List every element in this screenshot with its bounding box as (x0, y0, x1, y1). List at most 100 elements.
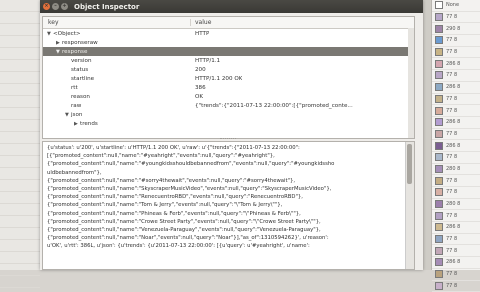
tree-key-label: json (71, 112, 82, 118)
raw-text-line: {"promoted_content":null,"name":"Noar","… (47, 234, 399, 242)
color-swatch (435, 200, 443, 208)
palette-item[interactable]: 77 8 (432, 234, 480, 246)
color-swatch (435, 118, 443, 126)
palette-item[interactable]: 290 8 (432, 23, 480, 35)
color-swatch (435, 282, 443, 290)
title-bar[interactable]: × – + Object Inspector (40, 0, 423, 13)
background-row (0, 156, 40, 168)
palette-item[interactable]: 77 8 (432, 210, 480, 222)
raw-text-line: {"promoted_content":null,"name":"#sorry4… (47, 177, 399, 185)
background-row (0, 120, 40, 132)
palette-item[interactable]: 77 8 (432, 70, 480, 82)
raw-text-line: {"promoted_content":null,"name":"Crowe S… (47, 218, 399, 226)
background-row (0, 192, 40, 204)
background-row (0, 252, 40, 264)
palette-item-label: 77 8 (446, 37, 457, 43)
palette-item-label: 290 8 (446, 26, 460, 32)
tree-row[interactable]: ▶trends (43, 119, 414, 128)
palette-item[interactable]: 77 8 (432, 12, 480, 24)
palette-item-label: 286 8 (446, 61, 460, 67)
palette-item[interactable]: 286 8 (432, 257, 480, 269)
palette-item[interactable]: 77 8 (432, 175, 480, 187)
tree-row[interactable]: ▼json (43, 110, 414, 119)
color-swatch (435, 223, 443, 231)
palette-item-label: 77 8 (446, 49, 457, 55)
background-row (0, 240, 40, 252)
text-scrollbar[interactable] (405, 142, 414, 269)
tree-key-label: response (62, 49, 87, 55)
palette-item-label: 77 8 (446, 108, 457, 114)
palette-item[interactable]: 77 8 (432, 245, 480, 257)
palette-item[interactable]: 280 8 (432, 164, 480, 176)
tree-row[interactable]: ▼response (43, 47, 414, 56)
tree-row-value: OK (191, 94, 203, 100)
tree-row[interactable]: rtt386 (43, 83, 414, 92)
palette-item[interactable]: 77 8 (432, 94, 480, 106)
background-row (0, 84, 40, 96)
palette-item[interactable]: 77 8 (432, 152, 480, 164)
tree-row[interactable]: raw{"trends":{"2011-07-13 22:00:00":[{"p… (43, 101, 414, 110)
background-row (0, 216, 40, 228)
color-swatch (435, 48, 443, 56)
color-swatch (435, 1, 443, 9)
tree-key-label: status (71, 67, 88, 73)
column-header-key[interactable]: key (43, 19, 191, 26)
tree-row[interactable]: startlineHTTP/1.1 200 OK (43, 74, 414, 83)
tree-row-key: version (43, 56, 191, 65)
object-inspector-window: × – + Object Inspector key value ▼<Objec… (40, 0, 423, 270)
palette-item[interactable]: 77 8 (432, 105, 480, 117)
close-button[interactable]: × (43, 3, 50, 10)
tree-row[interactable]: reasonOK (43, 92, 414, 101)
palette-item-label: 77 8 (446, 14, 457, 20)
color-swatch (435, 153, 443, 161)
palette-item[interactable]: None (432, 0, 480, 12)
object-tree[interactable]: key value ▼<Object>HTTP▶responseraw▼resp… (42, 16, 415, 139)
background-row (0, 24, 40, 36)
color-swatch (435, 130, 443, 138)
color-swatch (435, 107, 443, 115)
palette-item[interactable]: 77 8 (432, 281, 480, 292)
palette-item[interactable]: 286 8 (432, 58, 480, 70)
color-palette-list[interactable]: None77 8290 877 877 8286 877 8286 877 87… (431, 0, 480, 270)
tree-key-label: version (71, 58, 92, 64)
tree-row[interactable]: status 200 (43, 65, 414, 74)
color-swatch (435, 95, 443, 103)
palette-item[interactable]: 286 8 (432, 117, 480, 129)
maximize-button[interactable]: + (61, 3, 68, 10)
tree-row-value: 200 (191, 67, 206, 73)
raw-text-line: uldbebannedfrom"}, (47, 169, 399, 177)
close-icon: × (44, 4, 48, 9)
palette-item[interactable]: 77 8 (432, 269, 480, 281)
palette-item-label: 280 8 (446, 166, 460, 172)
minimize-button[interactable]: – (52, 3, 59, 10)
palette-item-label: 77 8 (446, 154, 457, 160)
tree-row[interactable]: ▶responseraw (43, 38, 414, 47)
text-scroll-thumb[interactable] (407, 144, 412, 184)
background-row (0, 144, 40, 156)
palette-item-label: 77 8 (446, 189, 457, 195)
tree-row-key: ▶trends (43, 119, 191, 128)
palette-item[interactable]: 77 8 (432, 187, 480, 199)
tree-scrollbar[interactable] (408, 28, 414, 138)
background-row (0, 168, 40, 180)
palette-item[interactable]: 77 8 (432, 129, 480, 141)
background-row (0, 60, 40, 72)
raw-text-content: {u'status': u'200', u'startline': u'HTTP… (47, 144, 399, 251)
palette-item[interactable]: 280 8 (432, 199, 480, 211)
background-row (0, 228, 40, 240)
palette-item[interactable]: 77 8 (432, 47, 480, 59)
color-swatch (435, 247, 443, 255)
palette-item[interactable]: 286 8 (432, 140, 480, 152)
tree-row[interactable]: ▼<Object>HTTP (43, 29, 414, 38)
tree-row[interactable]: versionHTTP/1.1 (43, 56, 414, 65)
palette-item[interactable]: 286 8 (432, 222, 480, 234)
background-row (0, 180, 40, 192)
raw-text-view[interactable]: {u'status': u'200', u'startline': u'HTTP… (42, 141, 415, 270)
palette-item[interactable]: 286 8 (432, 82, 480, 94)
background-row (0, 72, 40, 84)
tree-row-value: {"trends":{"2011-07-13 22:00:00":[{"prom… (191, 103, 353, 109)
palette-item-label: 280 8 (446, 201, 460, 207)
column-header-value[interactable]: value (191, 19, 211, 26)
palette-item[interactable]: 77 8 (432, 35, 480, 47)
color-swatch (435, 36, 443, 44)
